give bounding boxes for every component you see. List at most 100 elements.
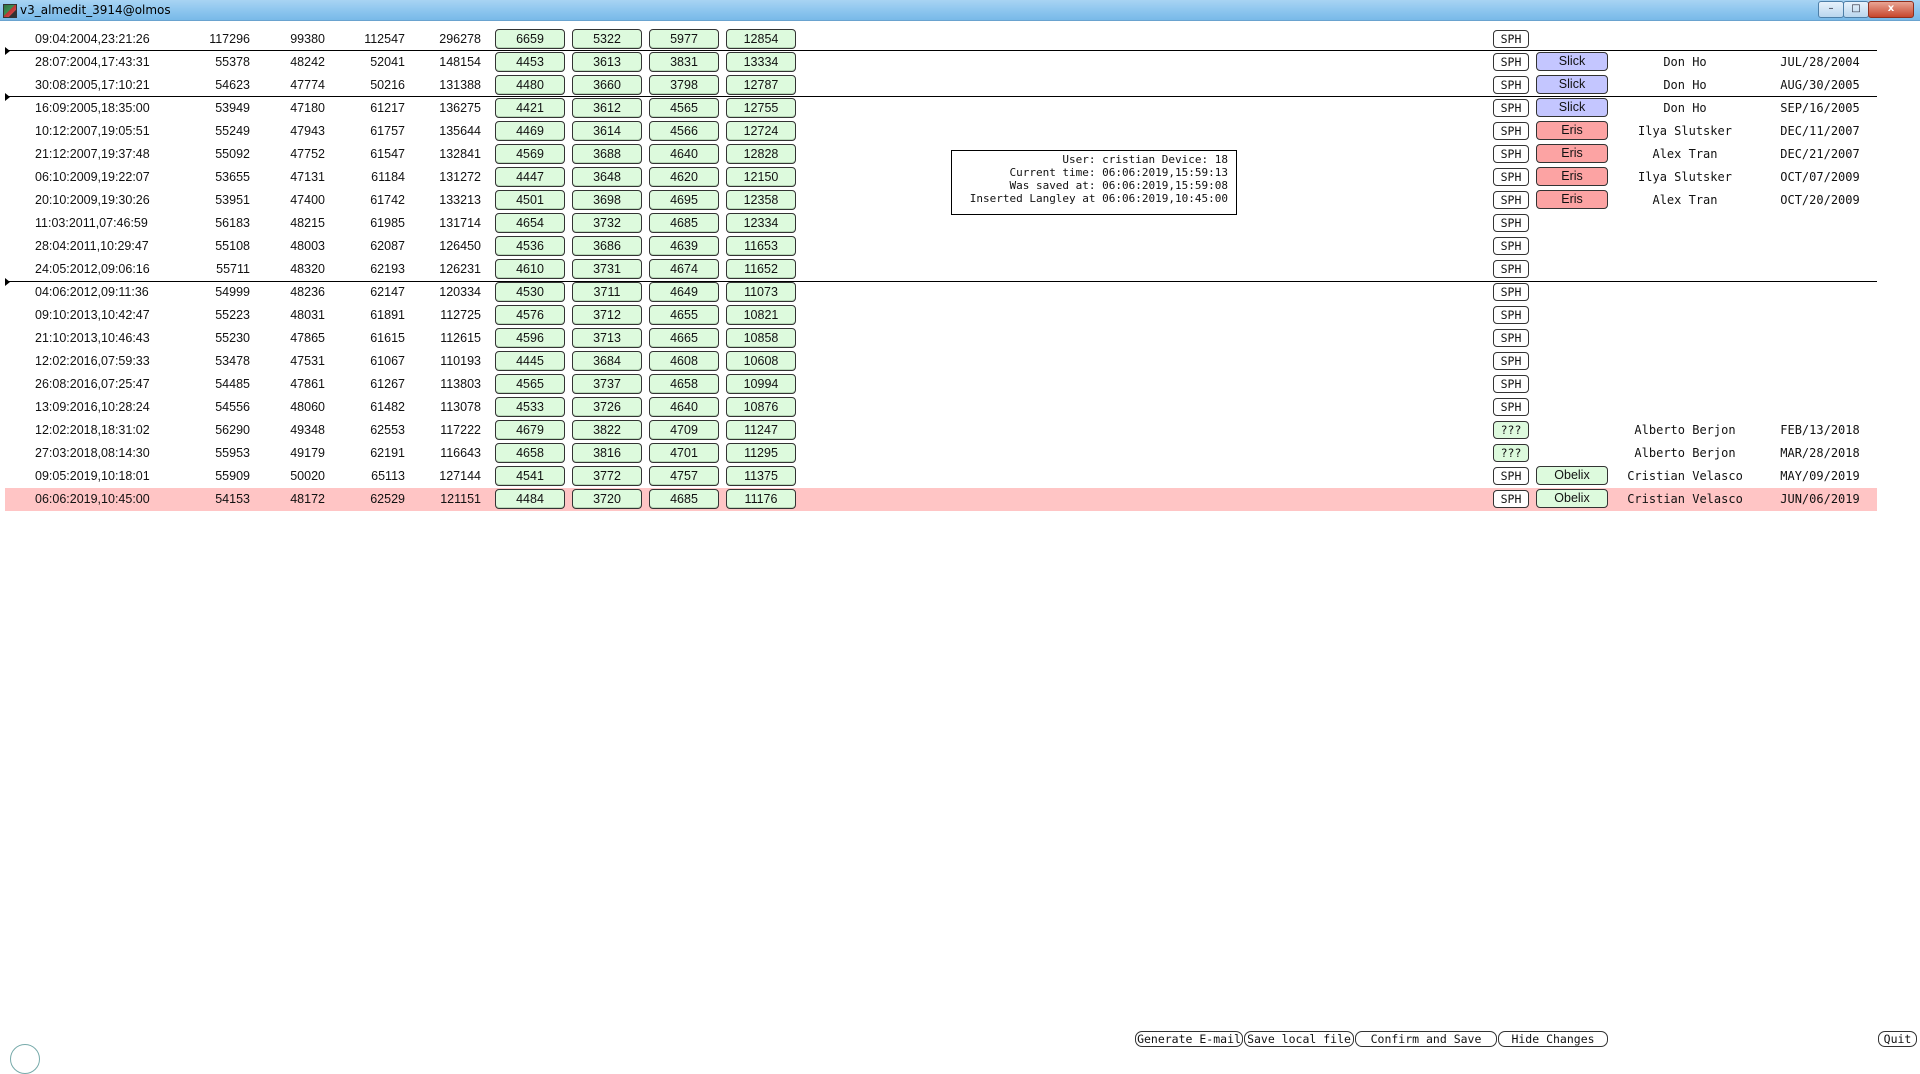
- channel-value-button[interactable]: 11247: [726, 420, 796, 440]
- channel-value-button[interactable]: 4501: [495, 190, 565, 210]
- table-row[interactable]: 28:04:2011,10:29:47 55108 48003 62087 126450…: [5, 235, 1877, 258]
- sph-button[interactable]: SPH: [1493, 260, 1529, 278]
- channel-value-button[interactable]: 4649: [649, 282, 719, 302]
- channel-value-button[interactable]: 4757: [649, 466, 719, 486]
- channel-value-button[interactable]: 4655: [649, 305, 719, 325]
- table-row[interactable]: 11:03:2011,07:46:59 56183 48215 61985 131714…: [5, 212, 1877, 235]
- channel-value-button[interactable]: 3731: [572, 259, 642, 279]
- channel-value-button[interactable]: 4640: [649, 144, 719, 164]
- sph-button[interactable]: ???: [1493, 444, 1529, 462]
- channel-value-button[interactable]: 4566: [649, 121, 719, 141]
- channel-value-button[interactable]: 12150: [726, 167, 796, 187]
- sph-button[interactable]: SPH: [1493, 237, 1529, 255]
- sph-button[interactable]: SPH: [1493, 306, 1529, 324]
- sph-button[interactable]: SPH: [1493, 398, 1529, 416]
- sph-button[interactable]: SPH: [1493, 490, 1529, 508]
- channel-value-button[interactable]: 3798: [649, 75, 719, 95]
- channel-value-button[interactable]: 3660: [572, 75, 642, 95]
- table-row[interactable]: 12:02:2016,07:59:33 53478 47531 61067 110193…: [5, 350, 1877, 373]
- channel-value-button[interactable]: 10821: [726, 305, 796, 325]
- channel-value-button[interactable]: 4536: [495, 236, 565, 256]
- channel-value-button[interactable]: 12854: [726, 29, 796, 49]
- generate-email-button[interactable]: Generate E-mail: [1135, 1031, 1243, 1047]
- channel-value-button[interactable]: 13334: [726, 52, 796, 72]
- channel-value-button[interactable]: 4654: [495, 213, 565, 233]
- channel-value-button[interactable]: 4658: [495, 443, 565, 463]
- channel-value-button[interactable]: 4533: [495, 397, 565, 417]
- channel-value-button[interactable]: 11176: [726, 489, 796, 509]
- channel-value-button[interactable]: 4695: [649, 190, 719, 210]
- channel-value-button[interactable]: 4679: [495, 420, 565, 440]
- channel-value-button[interactable]: 4685: [649, 489, 719, 509]
- channel-value-button[interactable]: 3648: [572, 167, 642, 187]
- table-row[interactable]: 21:12:2007,19:37:48 55092 47752 61547 132841…: [5, 143, 1877, 166]
- table-row[interactable]: 06:06:2019,10:45:00 54153 48172 62529 121151…: [5, 488, 1877, 511]
- instrument-tag-button[interactable]: Eris: [1536, 167, 1608, 186]
- channel-value-button[interactable]: 4639: [649, 236, 719, 256]
- channel-value-button[interactable]: 4421: [495, 98, 565, 118]
- sph-button[interactable]: SPH: [1493, 375, 1529, 393]
- channel-value-button[interactable]: 4565: [649, 98, 719, 118]
- table-row[interactable]: 13:09:2016,10:28:24 54556 48060 61482 113078…: [5, 396, 1877, 419]
- instrument-tag-button[interactable]: Eris: [1536, 190, 1608, 209]
- channel-value-button[interactable]: 4541: [495, 466, 565, 486]
- channel-value-button[interactable]: 4453: [495, 52, 565, 72]
- sph-button[interactable]: SPH: [1493, 99, 1529, 117]
- instrument-tag-button[interactable]: Slick: [1536, 52, 1608, 71]
- channel-value-button[interactable]: 4530: [495, 282, 565, 302]
- table-row[interactable]: 04:06:2012,09:11:36 54999 48236 62147 120334…: [5, 281, 1877, 304]
- table-row[interactable]: 09:04:2004,23:21:26 117296 99380 112547 2962…: [5, 28, 1877, 51]
- channel-value-button[interactable]: 4565: [495, 374, 565, 394]
- sph-button[interactable]: SPH: [1493, 168, 1529, 186]
- channel-value-button[interactable]: 3726: [572, 397, 642, 417]
- channel-value-button[interactable]: 4469: [495, 121, 565, 141]
- maximize-button[interactable]: □: [1843, 1, 1869, 18]
- channel-value-button[interactable]: 3698: [572, 190, 642, 210]
- channel-value-button[interactable]: 4569: [495, 144, 565, 164]
- channel-value-button[interactable]: 5977: [649, 29, 719, 49]
- instrument-tag-button[interactable]: Obelix: [1536, 489, 1608, 508]
- table-row[interactable]: 24:05:2012,09:06:16 55711 48320 62193 126231…: [5, 258, 1877, 281]
- sph-button[interactable]: SPH: [1493, 214, 1529, 232]
- table-row[interactable]: 10:12:2007,19:05:51 55249 47943 61757 135644…: [5, 120, 1877, 143]
- channel-value-button[interactable]: 11073: [726, 282, 796, 302]
- table-row[interactable]: 21:10:2013,10:46:43 55230 47865 61615 112615…: [5, 327, 1877, 350]
- channel-value-button[interactable]: 10858: [726, 328, 796, 348]
- channel-value-button[interactable]: 6659: [495, 29, 565, 49]
- sph-button[interactable]: SPH: [1493, 467, 1529, 485]
- channel-value-button[interactable]: 12828: [726, 144, 796, 164]
- channel-value-button[interactable]: 3822: [572, 420, 642, 440]
- channel-value-button[interactable]: 3831: [649, 52, 719, 72]
- table-row[interactable]: 30:08:2005,17:10:21 54623 47774 50216 131388…: [5, 74, 1877, 97]
- channel-value-button[interactable]: 11653: [726, 236, 796, 256]
- channel-value-button[interactable]: 3737: [572, 374, 642, 394]
- channel-value-button[interactable]: 12358: [726, 190, 796, 210]
- channel-value-button[interactable]: 3732: [572, 213, 642, 233]
- instrument-tag-button[interactable]: Slick: [1536, 98, 1608, 117]
- close-button[interactable]: x: [1868, 1, 1914, 18]
- channel-value-button[interactable]: 3711: [572, 282, 642, 302]
- channel-value-button[interactable]: 3684: [572, 351, 642, 371]
- table-row[interactable]: 16:09:2005,18:35:00 53949 47180 61217 136275…: [5, 97, 1877, 120]
- channel-value-button[interactable]: 11295: [726, 443, 796, 463]
- channel-value-button[interactable]: 10994: [726, 374, 796, 394]
- channel-value-button[interactable]: 3688: [572, 144, 642, 164]
- channel-value-button[interactable]: 3612: [572, 98, 642, 118]
- channel-value-button[interactable]: 4665: [649, 328, 719, 348]
- channel-value-button[interactable]: 4674: [649, 259, 719, 279]
- channel-value-button[interactable]: 4640: [649, 397, 719, 417]
- channel-value-button[interactable]: 3614: [572, 121, 642, 141]
- sph-button[interactable]: SPH: [1493, 30, 1529, 48]
- channel-value-button[interactable]: 12755: [726, 98, 796, 118]
- table-row[interactable]: 12:02:2018,18:31:02 56290 49348 62553 117222…: [5, 419, 1877, 442]
- channel-value-button[interactable]: 12724: [726, 121, 796, 141]
- channel-value-button[interactable]: 3772: [572, 466, 642, 486]
- channel-value-button[interactable]: 10876: [726, 397, 796, 417]
- instrument-tag-button[interactable]: Eris: [1536, 144, 1608, 163]
- sph-button[interactable]: SPH: [1493, 76, 1529, 94]
- table-row[interactable]: 09:10:2013,10:42:47 55223 48031 61891 112725…: [5, 304, 1877, 327]
- sph-button[interactable]: SPH: [1493, 191, 1529, 209]
- table-row[interactable]: 09:05:2019,10:18:01 55909 50020 65113 127144…: [5, 465, 1877, 488]
- channel-value-button[interactable]: 4445: [495, 351, 565, 371]
- channel-value-button[interactable]: 4701: [649, 443, 719, 463]
